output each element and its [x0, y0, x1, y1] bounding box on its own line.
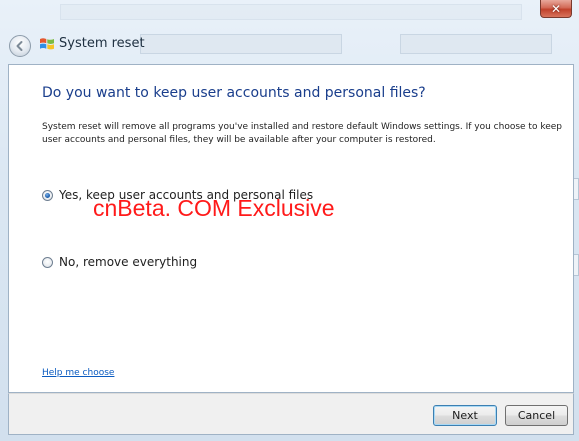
- close-icon: ✕: [550, 1, 562, 16]
- cancel-button[interactable]: Cancel: [505, 405, 568, 426]
- radio-keep-files[interactable]: [42, 189, 53, 201]
- radio-selected-dot: [45, 192, 50, 198]
- description-text: System reset will remove all programs yo…: [42, 122, 563, 145]
- help-me-choose-link[interactable]: Help me choose: [42, 368, 114, 378]
- back-arrow-icon: [16, 41, 23, 51]
- dialog-frame: ✕ System reset Do you want to keep user …: [0, 0, 579, 441]
- option-remove-everything-label[interactable]: No, remove everything: [59, 255, 197, 269]
- content-panel: Do you want to keep user accounts and pe…: [8, 64, 574, 393]
- close-button[interactable]: ✕: [540, 0, 572, 18]
- radio-remove-everything[interactable]: [42, 256, 53, 268]
- next-button[interactable]: Next: [433, 405, 497, 426]
- command-area: Next Cancel: [8, 393, 574, 435]
- windows-logo-icon: [40, 38, 54, 50]
- watermark-text: cnBeta. COM Exclusive: [93, 195, 335, 221]
- background-search-box: [400, 34, 552, 54]
- back-button[interactable]: [9, 35, 31, 57]
- window-title: System reset: [59, 36, 145, 51]
- main-instruction: Do you want to keep user accounts and pe…: [42, 85, 426, 101]
- background-window-bar: [140, 34, 342, 54]
- background-toolbar: [60, 4, 522, 20]
- option-remove-everything[interactable]: No, remove everything: [42, 255, 197, 269]
